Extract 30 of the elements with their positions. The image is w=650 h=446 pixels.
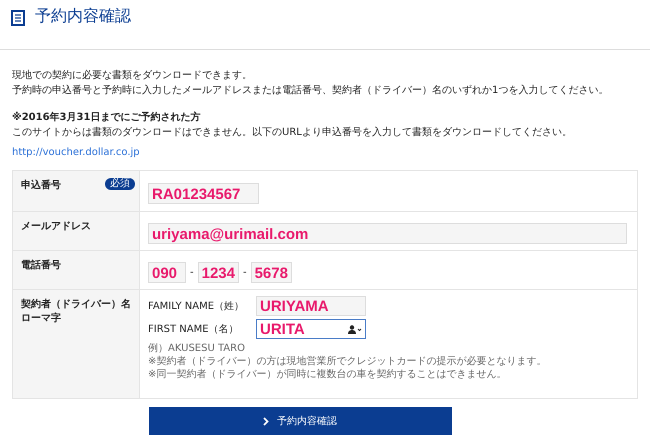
- phone-field[interactable]: 090: [148, 262, 186, 283]
- field-label: ローマ字: [21, 311, 61, 325]
- phone-field[interactable]: 5678: [250, 262, 292, 283]
- note-text: ※契約者（ドライバー）の方は現地営業所でクレジットカードの提示が必要となります。: [148, 355, 546, 368]
- email-field[interactable]: uriyama@urimail.com: [148, 223, 627, 244]
- chevron-right-icon: [263, 416, 269, 426]
- note-text: ※同一契約者（ドライバー）が同時に複数台の車を契約することはできません。: [148, 368, 506, 381]
- notice-text: このサイトからは書類のダウンロードはできません。以下のURLより申込番号を入力して書類をダウンロードしてください。: [12, 126, 573, 140]
- order-number-field[interactable]: RA01234567: [148, 183, 259, 204]
- note-text: 例）AKUSESU TARO: [148, 342, 245, 355]
- name-field[interactable]: URITA: [256, 319, 366, 339]
- document-icon: [11, 10, 25, 26]
- separator: -: [242, 267, 247, 278]
- person-icon: [348, 325, 362, 334]
- field-label: 契約者（ドライバー）名: [21, 298, 131, 311]
- confirm-button[interactable]: 予約内容確認: [148, 407, 452, 435]
- page-title: 予約内容確認: [35, 6, 131, 27]
- name-label: FIRST NAME（名）: [148, 323, 240, 336]
- voucher-link[interactable]: http://voucher.dollar.co.jp: [12, 145, 140, 160]
- phone-field[interactable]: 1234: [198, 262, 239, 283]
- name-field[interactable]: URIYAMA: [256, 296, 366, 316]
- separator: -: [190, 267, 194, 278]
- name-label: FAMILY NAME（姓）: [148, 300, 246, 313]
- notice-heading: ※2016年3月31日までにご予約された方: [12, 110, 202, 125]
- intro-text: 現地での契約に必要な書類をダウンロードできます。: [12, 68, 253, 83]
- intro-text: 予約時の申込番号と予約時に入力したメールアドレスまたは電話番号、契約者（ドライバー）名のいずれか1つを入力してください。: [12, 84, 610, 98]
- field-label: 申込番号: [21, 178, 61, 192]
- required-badge: 必須: [105, 178, 135, 190]
- field-label: 電話番号: [21, 258, 61, 272]
- field-label: メールアドレス: [21, 220, 91, 233]
